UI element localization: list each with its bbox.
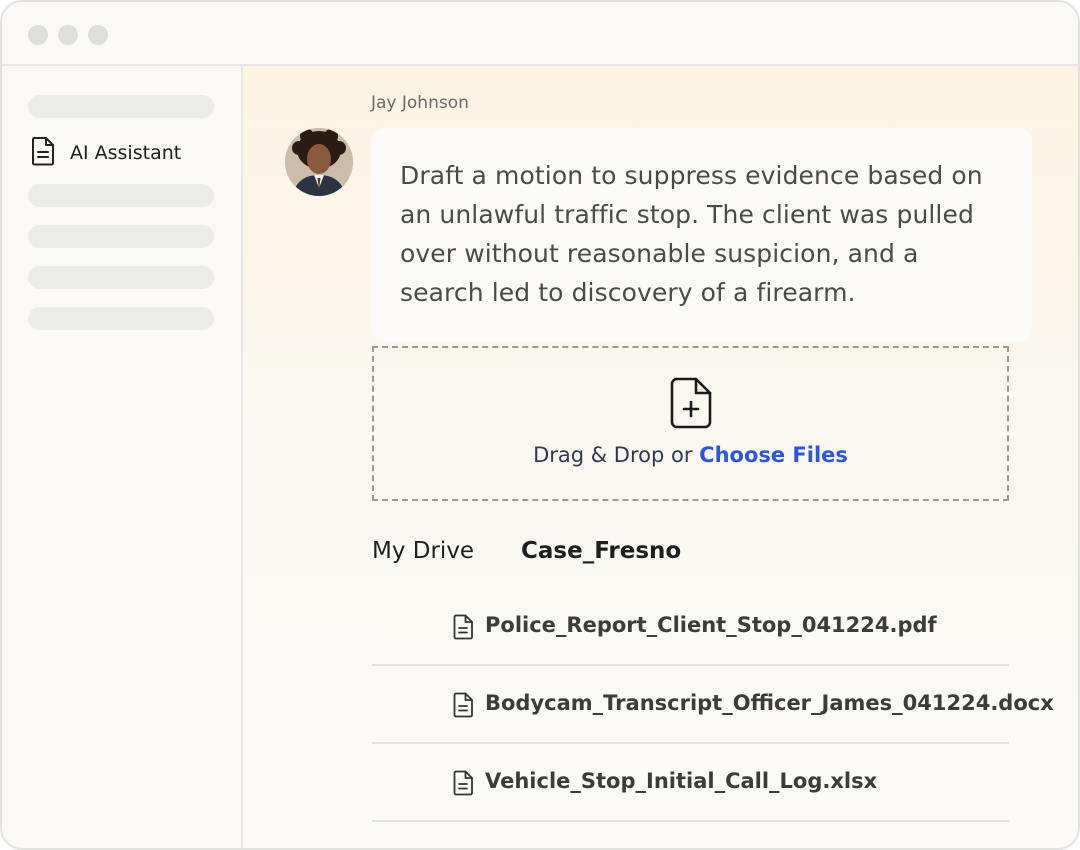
document-icon [452,692,474,723]
sidebar: AI Assistant [2,66,243,848]
sidebar-placeholder-item [28,95,214,118]
choose-files-link[interactable]: Choose Files [699,443,848,467]
dropzone-prompt: Drag & Drop or Choose Files [374,443,1007,467]
document-icon [452,614,474,645]
sender-name: Jay Johnson [371,93,469,113]
window-minimize-dot[interactable] [58,25,78,45]
document-icon [452,770,474,801]
app-window: AI Assistant Jay Johnson Draft a motion … [0,0,1080,850]
file-name: Vehicle_Stop_Initial_Call_Log.xlsx [485,769,878,793]
file-dropzone[interactable]: Drag & Drop or Choose Files [372,346,1009,501]
sidebar-item-label: AI Assistant [70,142,182,164]
file-name: Bodycam_Transcript_Officer_James_041224.… [485,691,1054,715]
sidebar-placeholder-item [28,266,214,289]
chat-panel: Jay Johnson Draft a motion to suppress e… [243,66,1078,848]
sidebar-placeholder-item [28,184,214,207]
window-close-dot[interactable] [28,25,48,45]
user-message-bubble: Draft a motion to suppress evidence base… [371,128,1032,342]
file-row[interactable]: Police_Report_Client_Stop_041224.pdf [372,588,1009,666]
tab-case-fresno[interactable]: Case_Fresno [521,538,681,564]
document-icon [30,136,56,171]
window-maximize-dot[interactable] [88,25,108,45]
sidebar-placeholder-item [28,225,214,248]
tab-my-drive[interactable]: My Drive [372,538,474,564]
file-plus-icon [669,377,713,434]
file-row[interactable]: Vehicle_Stop_Initial_Call_Log.xlsx [372,744,1009,822]
file-row[interactable]: Bodycam_Transcript_Officer_James_041224.… [372,666,1054,744]
title-bar [2,2,1078,66]
dropzone-prompt-text: Drag & Drop or [533,443,700,467]
sidebar-item-ai-assistant[interactable]: AI Assistant [30,136,182,171]
user-message-text: Draft a motion to suppress evidence base… [400,161,983,307]
sidebar-placeholder-item [28,307,214,330]
file-name: Police_Report_Client_Stop_041224.pdf [485,613,937,637]
avatar [285,128,353,196]
